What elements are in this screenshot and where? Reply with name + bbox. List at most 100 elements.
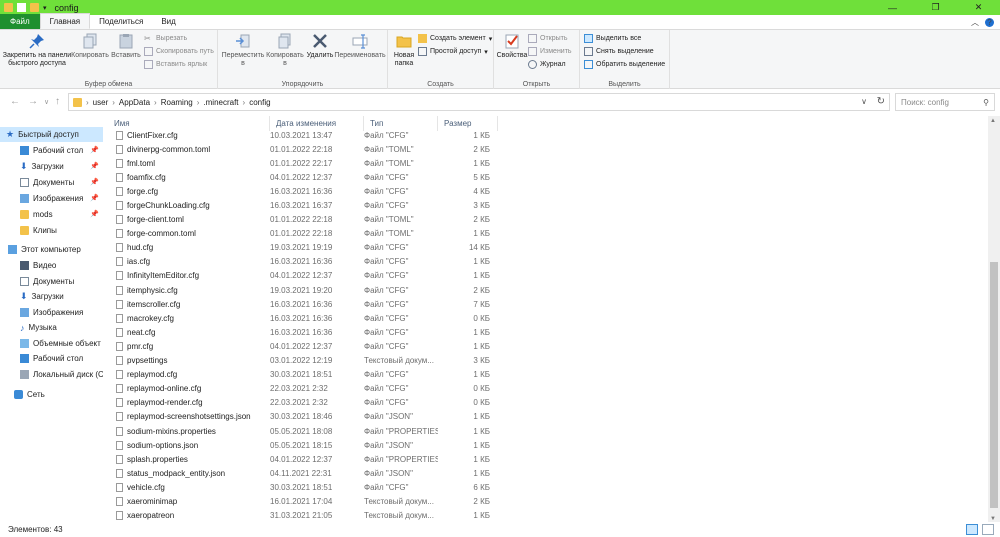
table-row[interactable]: forge-common.toml 01.01.2022 22:18 Файл "T… bbox=[108, 227, 508, 241]
pin-quick-access-button[interactable]: Закрепить на панели быстрого доступа bbox=[2, 32, 72, 68]
open-button[interactable]: Открыть bbox=[528, 34, 568, 43]
paste-shortcut-button[interactable]: Вставить ярлык bbox=[144, 60, 207, 69]
nav-item-clips[interactable]: Клипы bbox=[20, 223, 103, 238]
vertical-scrollbar[interactable]: ▲ ▼ bbox=[988, 116, 1000, 524]
details-view-icon[interactable] bbox=[966, 524, 978, 535]
recent-dropdown-icon[interactable]: ∨ bbox=[44, 98, 49, 106]
nav-item-pc-downloads[interactable]: ⬇ Загрузки bbox=[20, 289, 103, 304]
copy-path-button[interactable]: Скопировать путь bbox=[144, 47, 214, 56]
check-icon[interactable] bbox=[17, 3, 26, 12]
refresh-icon[interactable]: ↻ bbox=[877, 96, 885, 107]
table-row[interactable]: forge.cfg 16.03.2021 16:36 Файл "CFG" 4 КБ bbox=[108, 184, 508, 198]
cut-button[interactable]: ✂ Вырезать bbox=[144, 34, 187, 43]
easy-access-button[interactable]: Простой доступ ▾ bbox=[418, 47, 488, 56]
address-bar[interactable]: › user › AppData › Roaming › .minecraft … bbox=[68, 93, 890, 111]
table-row[interactable]: divinerpg-common.toml 01.01.2022 22:18 Фай… bbox=[108, 142, 508, 156]
nav-item-pc-pictures[interactable]: Изображения bbox=[20, 305, 103, 320]
table-row[interactable]: xaerominimap 16.01.2021 17:04 Текстовый до… bbox=[108, 494, 508, 508]
nav-network[interactable]: Сеть bbox=[14, 387, 103, 402]
table-row[interactable]: xaeropatreon 31.03.2021 21:05 Текстовый до… bbox=[108, 509, 508, 523]
new-folder-icon[interactable] bbox=[30, 3, 39, 12]
new-folder-button[interactable]: Новая папка bbox=[390, 32, 418, 68]
properties-button[interactable]: Свойства bbox=[496, 32, 528, 60]
table-row[interactable]: itemphysic.cfg 19.03.2021 19:20 Файл "CFG"… bbox=[108, 283, 508, 297]
chevron-down-icon[interactable]: ▾ bbox=[43, 4, 47, 12]
scrollbar-thumb[interactable] bbox=[990, 262, 998, 508]
table-row[interactable]: pvpsettings 03.01.2022 12:19 Текстовый док… bbox=[108, 354, 508, 368]
up-arrow-icon[interactable]: ↑ bbox=[55, 96, 60, 107]
table-row[interactable]: forgeChunkLoading.cfg 16.03.2021 16:37 Фай… bbox=[108, 198, 508, 212]
paste-button[interactable]: Вставить bbox=[110, 32, 142, 60]
table-row[interactable]: replaymod-render.cfg 22.03.2021 2:32 Файл … bbox=[108, 396, 508, 410]
file-date: 19.03.2021 19:20 bbox=[270, 285, 333, 295]
select-none-button[interactable]: Снять выделение bbox=[584, 47, 654, 56]
back-arrow-icon[interactable]: ← bbox=[10, 96, 20, 107]
pin-icon[interactable]: 📌 bbox=[90, 162, 99, 170]
scroll-up-icon[interactable]: ▲ bbox=[990, 118, 996, 124]
history-button[interactable]: Журнал bbox=[528, 60, 566, 69]
move-to-button[interactable]: Переместить в bbox=[222, 32, 264, 68]
table-row[interactable]: pmr.cfg 04.01.2022 12:37 Файл "CFG" 1 КБ bbox=[108, 339, 508, 353]
breadcrumb-minecraft[interactable]: .minecraft bbox=[199, 98, 242, 107]
search-input[interactable]: Поиск: config ⚲ bbox=[895, 93, 995, 111]
breadcrumb-roaming[interactable]: Roaming bbox=[157, 98, 197, 107]
table-row[interactable]: replaymod.cfg 30.03.2021 18:51 Файл "CFG" 1… bbox=[108, 368, 508, 382]
table-row[interactable]: splash.properties 04.01.2022 12:37 Файл "P… bbox=[108, 452, 508, 466]
nav-quick-access[interactable]: ★ Быстрый доступ bbox=[0, 127, 103, 142]
table-row[interactable]: foamfix.cfg 04.01.2022 12:37 Файл "CFG" 5 К… bbox=[108, 170, 508, 184]
minimize-button[interactable]: — bbox=[871, 0, 914, 15]
table-row[interactable]: macrokey.cfg 16.03.2021 16:36 Файл "CFG" 0 … bbox=[108, 311, 508, 325]
copy-button[interactable]: Копировать bbox=[71, 32, 109, 60]
nav-item-local-disk[interactable]: Локальный диск (C bbox=[20, 367, 103, 382]
table-row[interactable]: neat.cfg 16.03.2021 16:36 Файл "CFG" 1 КБ bbox=[108, 325, 508, 339]
help-icon[interactable]: ? bbox=[985, 18, 994, 27]
nav-item-pc-desktop[interactable]: Рабочий стол bbox=[20, 351, 103, 366]
nav-this-pc[interactable]: Этот компьютер bbox=[8, 242, 103, 257]
table-row[interactable]: status_modpack_entity.json 04.11.2021 22:… bbox=[108, 466, 508, 480]
table-row[interactable]: InfinityItemEditor.cfg 04.01.2022 12:37 Фа… bbox=[108, 269, 508, 283]
breadcrumb-user[interactable]: user bbox=[89, 98, 113, 107]
table-row[interactable]: replaymod-screenshotsettings.json 30.03.2… bbox=[108, 410, 508, 424]
chevron-up-icon[interactable]: ︿ bbox=[971, 17, 979, 28]
nav-item-3d-objects[interactable]: Объемные объект bbox=[20, 336, 103, 351]
pin-icon[interactable]: 📌 bbox=[90, 178, 99, 186]
select-all-button[interactable]: Выделить все bbox=[584, 34, 641, 43]
table-row[interactable]: sodium-options.json 05.05.2021 18:15 Файл … bbox=[108, 438, 508, 452]
close-button[interactable]: ✕ bbox=[957, 0, 1000, 15]
maximize-button[interactable]: ❐ bbox=[914, 0, 957, 15]
tab-home[interactable]: Главная bbox=[39, 13, 91, 29]
breadcrumb-appdata[interactable]: AppData bbox=[115, 98, 154, 107]
tab-share[interactable]: Поделиться bbox=[90, 14, 152, 29]
table-row[interactable]: replaymod-online.cfg 22.03.2021 2:32 Файл … bbox=[108, 382, 508, 396]
pin-icon[interactable]: 📌 bbox=[90, 146, 99, 154]
copy-to-button[interactable]: Копировать в bbox=[266, 32, 304, 68]
invert-selection-button[interactable]: Обратить выделение bbox=[584, 60, 665, 69]
tab-file[interactable]: Файл bbox=[0, 14, 40, 29]
table-row[interactable]: ias.cfg 16.03.2021 16:36 Файл "CFG" 1 КБ bbox=[108, 255, 508, 269]
nav-item-videos[interactable]: Видео bbox=[20, 258, 103, 273]
folder-icon bbox=[73, 97, 82, 107]
table-row[interactable]: vehicle.cfg 30.03.2021 18:51 Файл "CFG" 6 К… bbox=[108, 480, 508, 494]
new-item-button[interactable]: Создать элемент ▾ bbox=[418, 34, 492, 43]
pin-icon[interactable]: 📌 bbox=[90, 194, 99, 202]
breadcrumb-config[interactable]: config bbox=[245, 98, 274, 107]
table-row[interactable]: hud.cfg 19.03.2021 19:19 Файл "CFG" 14 КБ bbox=[108, 241, 508, 255]
tab-view[interactable]: Вид bbox=[152, 14, 184, 29]
file-size: 1 КБ bbox=[473, 468, 490, 478]
forward-arrow-icon[interactable]: → bbox=[28, 96, 38, 107]
table-row[interactable]: fml.toml 01.01.2022 22:17 Файл "TOML" 1 КБ bbox=[108, 156, 508, 170]
large-icons-view-icon[interactable] bbox=[982, 524, 994, 535]
nav-item-pc-documents[interactable]: Документы bbox=[20, 274, 103, 289]
file-name: macrokey.cfg bbox=[127, 313, 174, 323]
table-row[interactable]: sodium-mixins.properties 05.05.2021 18:08… bbox=[108, 424, 508, 438]
rename-button[interactable]: Переименовать bbox=[334, 32, 386, 60]
delete-button[interactable]: Удалить bbox=[306, 32, 334, 60]
edit-button[interactable]: Изменить bbox=[528, 47, 572, 56]
table-row[interactable]: itemscroller.cfg 16.03.2021 16:36 Файл "CF… bbox=[108, 297, 508, 311]
desktop-icon bbox=[20, 146, 29, 155]
table-row[interactable]: forge-client.toml 01.01.2022 22:18 Файл "T… bbox=[108, 213, 508, 227]
table-row[interactable]: ClientFixer.cfg 10.03.2021 13:47 Файл "CFG… bbox=[108, 128, 508, 142]
pin-icon[interactable]: 📌 bbox=[90, 210, 99, 218]
nav-item-music[interactable]: ♪ Музыка bbox=[20, 320, 103, 335]
chevron-down-icon[interactable]: ∨ bbox=[861, 97, 867, 106]
